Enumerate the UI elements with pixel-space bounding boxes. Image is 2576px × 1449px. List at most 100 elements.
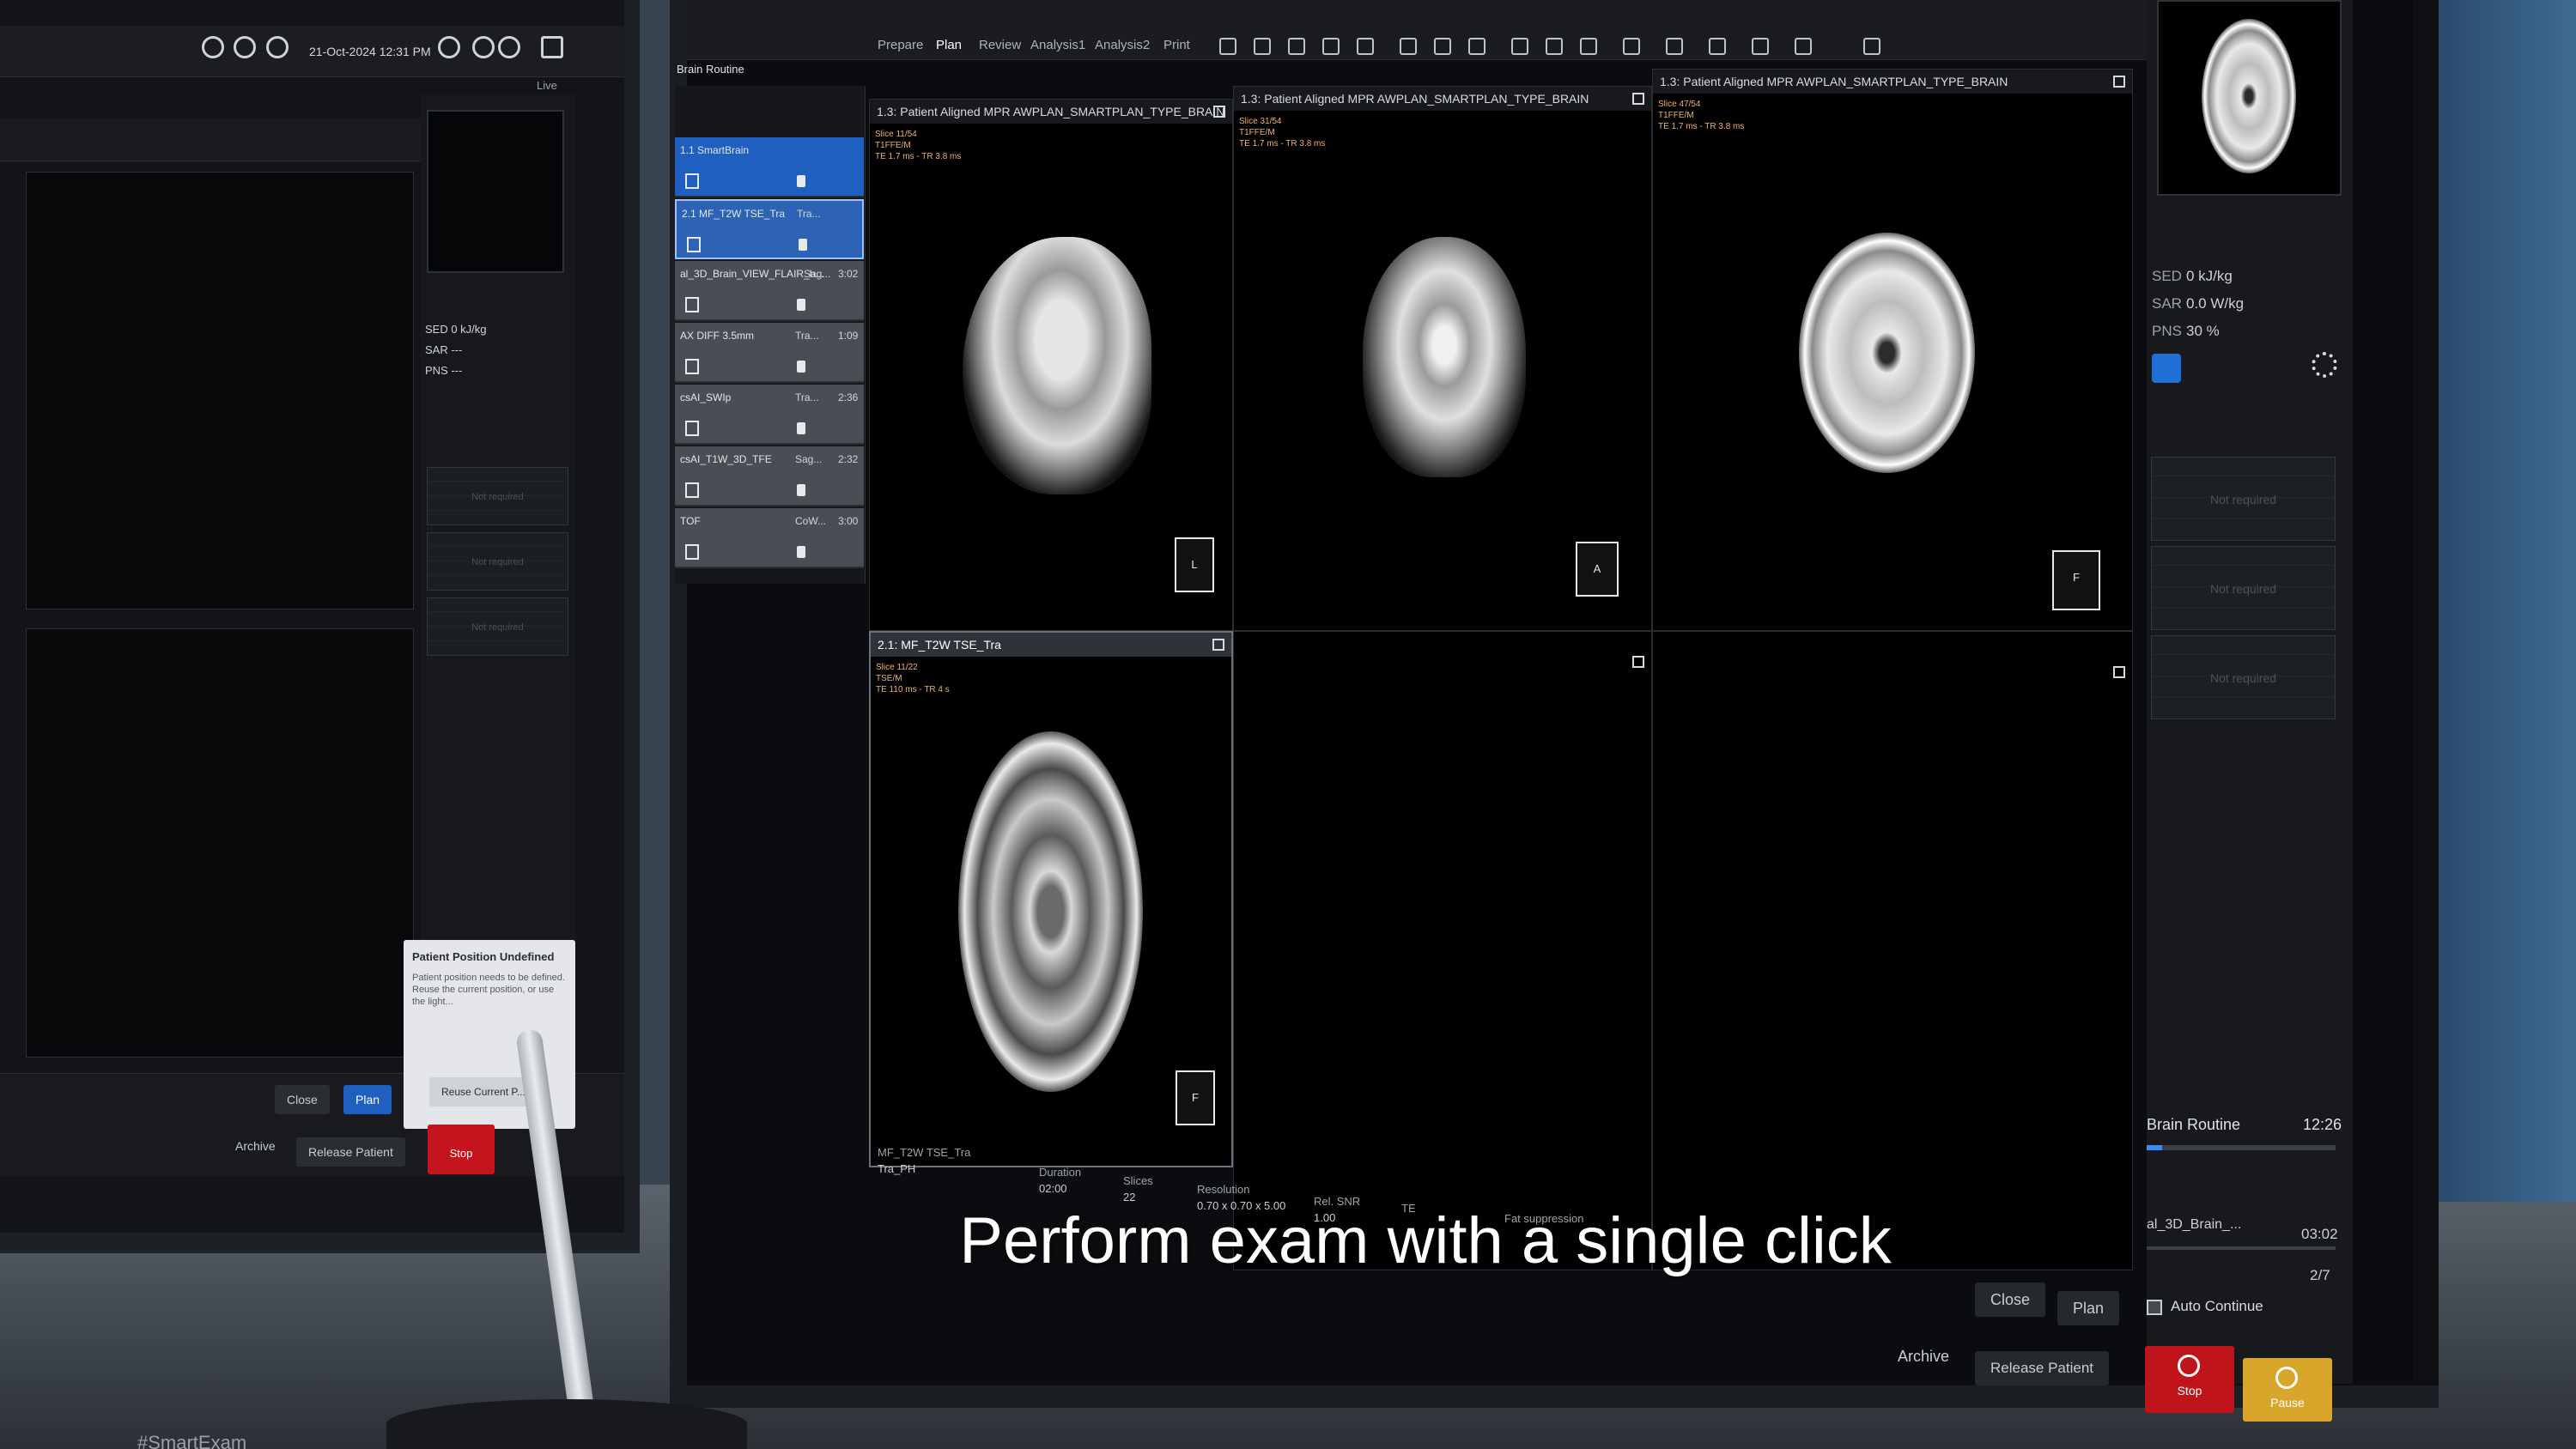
left-release-patient-button[interactable]: Release Patient [296,1137,405,1167]
viewport-empty-2[interactable] [1652,631,2133,1270]
tool-icon[interactable] [1219,38,1236,55]
stop-button[interactable]: Stop [2145,1346,2234,1413]
pan-icon[interactable] [1546,38,1563,55]
export-icon[interactable] [1795,38,1812,55]
maximize-icon[interactable] [1632,656,1644,668]
pause-icon [2275,1367,2298,1389]
left-thumbnail [427,110,564,273]
tab-analysis2[interactable]: Analysis2 [1095,38,1150,52]
tool-icon[interactable] [1434,38,1451,55]
resolution-label: Resolution [1197,1183,1250,1196]
tool-icon[interactable] [1357,38,1374,55]
tool-icon[interactable] [1288,38,1305,55]
window-icon[interactable] [1580,38,1597,55]
settings-icon[interactable] [202,36,224,58]
sequence-info: T1FFE/M [875,141,911,150]
layout-icon[interactable] [1752,38,1769,55]
slice-info: Slice 11/22 [876,663,918,672]
release-patient-button[interactable]: Release Patient [1975,1351,2110,1385]
left-pns: PNS --- [425,364,463,377]
coil-icon [797,546,805,558]
panel-icon[interactable] [541,36,563,58]
viewport-t2-active[interactable]: 2.1: MF_T2W TSE_Tra Slice 11/22 TSE/M TE… [869,631,1233,1167]
left-archive-button[interactable]: Archive [223,1131,288,1161]
tool-icon[interactable] [1468,38,1485,55]
plan-button[interactable]: Plan [2057,1291,2120,1325]
maximize-icon[interactable] [1632,93,1644,105]
orientation-cube[interactable]: A [1576,542,1619,597]
te-info: TE 110 ms - TR 4 s [876,685,950,694]
slice-info: Slice 47/54 [1658,100,1701,109]
left-not-required-1: Not required [427,467,568,525]
left-viewer-toolbar [0,118,421,161]
left-viewport-top[interactable] [26,172,414,609]
protocol-item[interactable]: csAI_T1W_3D_TFE Sag... 2:32 [675,446,864,506]
left-close-button[interactable]: Close [275,1085,330,1114]
sed-value: 0 kJ/kg [2186,268,2233,284]
auto-continue[interactable]: Auto Continue [2147,1298,2263,1315]
intercom-icon[interactable] [2152,354,2181,383]
viewport-axial[interactable]: 1.3: Patient Aligned MPR AWPLAN_SMARTPLA… [1652,69,2133,631]
scan-icon [685,359,699,374]
coil-icon[interactable] [234,36,256,58]
protocol-item[interactable]: TOF CoW... 3:00 [675,508,864,568]
protocol-name: al_3D_Brain_VIEW_FLAIR_h... [680,268,824,280]
pause-button[interactable]: Pause [2243,1358,2332,1422]
help-icon[interactable] [498,36,520,58]
tool-icon[interactable] [1400,38,1417,55]
archive-button[interactable]: Archive [1882,1339,1965,1373]
routine-progress-fill [2147,1145,2162,1150]
protocol-item[interactable]: 1.1 SmartBrain [675,137,864,197]
protocol-item[interactable]: al_3D_Brain_VIEW_FLAIR_h... Sag... 3:02 [675,261,864,321]
coil-icon [797,175,805,187]
coil-icon [799,239,807,251]
tab-print[interactable]: Print [1163,38,1190,52]
maximize-icon[interactable] [1212,639,1224,651]
fan-icon[interactable] [2312,352,2337,378]
protocol-item[interactable]: csAI_SWIp Tra... 2:36 [675,385,864,445]
protocol-item[interactable]: AX DIFF 3.5mm Tra... 1:09 [675,323,864,383]
protocol-duration: 3:02 [838,268,859,280]
scan-icon [687,237,701,252]
tool-icon[interactable] [1254,38,1271,55]
viewport-sagittal[interactable]: 1.3: Patient Aligned MPR AWPLAN_SMARTPLA… [869,99,1233,631]
orientation-cube[interactable]: L [1175,537,1214,592]
zoom-reset-icon[interactable] [1863,38,1880,55]
tab-plan[interactable]: Plan [936,38,962,52]
tool-icon[interactable] [1322,38,1340,55]
protocol-orientation: Sag... [795,453,823,465]
protocol-item[interactable]: 2.1 MF_T2W TSE_Tra Tra... [675,199,864,259]
message-icon[interactable] [438,36,460,58]
protocol-name: AX DIFF 3.5mm [680,330,755,342]
text-icon[interactable] [1709,38,1726,55]
maximize-icon[interactable] [1213,106,1225,118]
live-label: Live [537,79,557,92]
left-stop-button[interactable]: Stop [428,1125,495,1174]
orientation-cube[interactable]: F [2052,550,2100,610]
tab-review[interactable]: Review [979,38,1021,52]
thumbnail-brain [2202,19,2296,173]
annotate-icon[interactable] [1666,38,1683,55]
protocol-orientation: CoW... [795,515,827,527]
maximize-icon[interactable] [2113,666,2125,678]
left-plan-button[interactable]: Plan [343,1085,392,1114]
not-required-slot-2: Not required [2151,546,2336,630]
tab-analysis1[interactable]: Analysis1 [1030,38,1085,52]
maximize-icon[interactable] [2113,76,2125,88]
viewport-coronal[interactable]: 1.3: Patient Aligned MPR AWPLAN_SMARTPLA… [1233,86,1652,631]
left-viewport-bottom[interactable] [26,628,414,1058]
reuse-position-button[interactable]: Reuse Current P... [429,1077,538,1106]
left-not-required-2: Not required [427,532,568,591]
routine-time: 12:26 [2302,1116,2342,1133]
tab-prepare[interactable]: Prepare [878,38,923,52]
close-button[interactable]: Close [1975,1282,2046,1317]
orientation-cube[interactable]: F [1176,1070,1215,1125]
slice-info: Slice 31/54 [1239,117,1282,126]
sequence-info: T1FFE/M [1658,111,1694,120]
viewport-empty-1[interactable] [1233,631,1652,1270]
measure-icon[interactable] [1623,38,1640,55]
patient-icon[interactable] [266,36,289,58]
zoom-icon[interactable] [1511,38,1528,55]
gear-icon[interactable] [472,36,495,58]
auto-continue-checkbox[interactable] [2147,1299,2162,1315]
